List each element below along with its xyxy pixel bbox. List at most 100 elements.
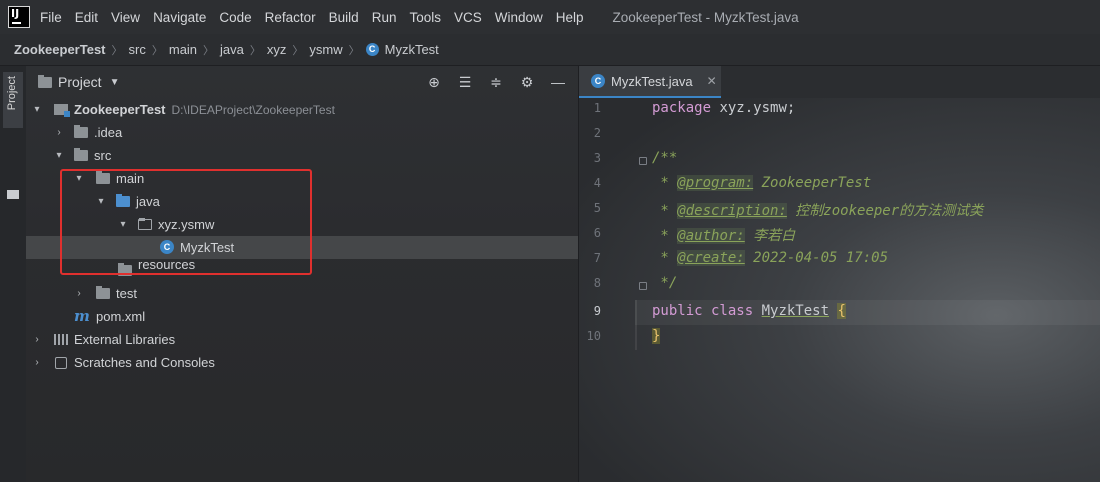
folder-icon [96, 286, 110, 299]
tree-row-scratches[interactable]: › Scratches and Consoles [26, 351, 578, 374]
resources-folder-icon [118, 263, 132, 276]
breadcrumb-separator-icon: 〉 [292, 44, 304, 57]
java-class-icon: C [160, 240, 174, 254]
package-icon [138, 218, 152, 230]
java-class-icon: C [365, 43, 379, 56]
menu-file[interactable]: File [40, 10, 62, 25]
tree-row-main[interactable]: ▾ main [26, 167, 578, 190]
project-tool-window-tab[interactable]: Project [3, 72, 23, 128]
chevron-right-icon[interactable]: › [74, 282, 84, 305]
doc-tag-description: @description: [677, 203, 787, 219]
breadcrumb-src[interactable]: src [129, 42, 146, 57]
doc-value-program: ZookeeperTest [753, 175, 872, 191]
tree-row-package[interactable]: ▾ xyz.ysmw [26, 213, 578, 236]
menu-run[interactable]: Run [372, 10, 397, 25]
folder-icon [96, 171, 110, 184]
expand-all-icon[interactable]: ☰ [453, 72, 477, 92]
project-tab-label: Project [6, 76, 18, 111]
collapse-all-icon[interactable]: ≑ [484, 72, 508, 92]
breadcrumb-separator-icon: 〉 [203, 44, 215, 57]
menu-view[interactable]: View [111, 10, 140, 25]
breadcrumb-java[interactable]: java [220, 42, 244, 57]
code-line-10: } [652, 328, 661, 344]
hide-icon[interactable]: — [546, 72, 570, 92]
menu-code[interactable]: Code [219, 10, 251, 25]
fold-icon[interactable] [639, 157, 647, 165]
gear-icon[interactable]: ⚙ [515, 72, 539, 92]
menu-vcs[interactable]: VCS [454, 10, 482, 25]
chevron-down-icon[interactable]: ▾ [96, 190, 106, 213]
line-number: 8 [593, 276, 601, 290]
code-line-8: */ [652, 275, 677, 291]
line-number: 4 [593, 176, 601, 190]
chevron-right-icon[interactable]: › [54, 121, 64, 144]
tree-label-src: src [94, 148, 112, 163]
menu-navigate[interactable]: Navigate [153, 10, 206, 25]
keyword: class [702, 303, 762, 319]
chevron-down-icon[interactable]: ▾ [74, 167, 84, 190]
tree-row-external-libraries[interactable]: › External Libraries [26, 328, 578, 351]
tree-row-test[interactable]: › test [26, 282, 578, 305]
tree-row-resources[interactable]: resources [26, 257, 578, 282]
breadcrumb-separator-icon: 〉 [151, 44, 163, 57]
doc-star: * [652, 250, 678, 266]
tree-label-root: ZookeeperTest [74, 102, 166, 117]
breadcrumb-separator-icon: 〉 [111, 44, 123, 57]
window-title: ZookeeperTest - MyzkTest.java [612, 9, 799, 25]
chevron-down-icon[interactable]: ▾ [54, 144, 64, 167]
folder-icon [74, 148, 88, 161]
project-folder-icon [38, 74, 52, 88]
chevron-right-icon[interactable]: › [32, 351, 42, 374]
tree-row-idea[interactable]: › .idea [26, 121, 578, 144]
tree-label-external-libraries: External Libraries [74, 332, 176, 347]
menu-build[interactable]: Build [329, 10, 359, 25]
chevron-down-icon[interactable]: ▾ [32, 98, 42, 121]
menu-tools[interactable]: Tools [409, 10, 441, 25]
package-name: xyz.ysmw; [711, 100, 796, 116]
tree-row-src[interactable]: ▾ src [26, 144, 578, 167]
tree-row-class[interactable]: C MyzkTest [26, 236, 578, 259]
close-icon[interactable]: ✕ [707, 74, 717, 88]
select-opened-file-icon[interactable]: ⊕ [422, 72, 446, 92]
doc-tag-program: @program: [677, 175, 754, 191]
menu-window[interactable]: Window [495, 10, 543, 25]
chevron-down-icon[interactable]: ▾ [118, 213, 128, 236]
gutter-highlight [635, 300, 637, 350]
tree-row-pom[interactable]: m pom.xml [26, 305, 578, 328]
doc-value-description: 控制zookeeper的方法测试类 [786, 203, 984, 219]
doc-value-create: 2022-04-05 17:05 [744, 250, 889, 266]
java-class-icon: C [591, 74, 605, 88]
left-tool-stripe: Project [0, 66, 27, 482]
line-number: 7 [593, 251, 601, 265]
breadcrumb-project[interactable]: ZookeeperTest [14, 42, 106, 57]
menu-refactor[interactable]: Refactor [265, 10, 316, 25]
chevron-down-icon[interactable]: ▼ [110, 77, 120, 88]
doc-star: * [652, 228, 678, 244]
line-number-gutter: 1 2 3 4 5 6 7 8 9 10 [579, 98, 647, 482]
intellij-logo-icon: IJ [8, 6, 30, 28]
line-number: 2 [593, 126, 601, 140]
editor-tab-myzktest[interactable]: C MyzkTest.java ✕ [579, 66, 721, 98]
editor-tab-bar: C MyzkTest.java ✕ [579, 66, 1100, 98]
breadcrumb-separator-icon: 〉 [249, 44, 261, 57]
menu-edit[interactable]: Edit [75, 10, 98, 25]
line-number: 1 [593, 101, 601, 115]
line-number: 10 [586, 329, 601, 343]
breadcrumb-main[interactable]: main [169, 42, 197, 57]
tree-label-java: java [136, 194, 160, 209]
fold-icon[interactable] [639, 282, 647, 290]
line-number: 5 [593, 201, 601, 215]
editor-tab-label: MyzkTest.java [611, 73, 693, 89]
breadcrumb-ysmw[interactable]: ysmw [309, 42, 342, 57]
doc-comment-close: */ [652, 275, 678, 291]
root-path: D:\IDEAProject\ZookeeperTest [171, 103, 335, 117]
code-editor[interactable]: 1 2 3 4 5 6 7 8 9 10 package xyz.ysmw; /… [579, 98, 1100, 482]
menu-help[interactable]: Help [556, 10, 584, 25]
tree-row-root[interactable]: ▾ ZookeeperTest D:\IDEAProject\ZookeeperT… [26, 98, 578, 121]
breadcrumb-xyz[interactable]: xyz [267, 42, 287, 57]
tree-row-java[interactable]: ▾ java [26, 190, 578, 213]
chevron-right-icon[interactable]: › [32, 328, 42, 351]
project-panel-title[interactable]: Project [58, 74, 102, 90]
code-line-1: package xyz.ysmw; [652, 100, 795, 116]
breadcrumb-myzktest[interactable]: MyzkTest [385, 42, 439, 57]
